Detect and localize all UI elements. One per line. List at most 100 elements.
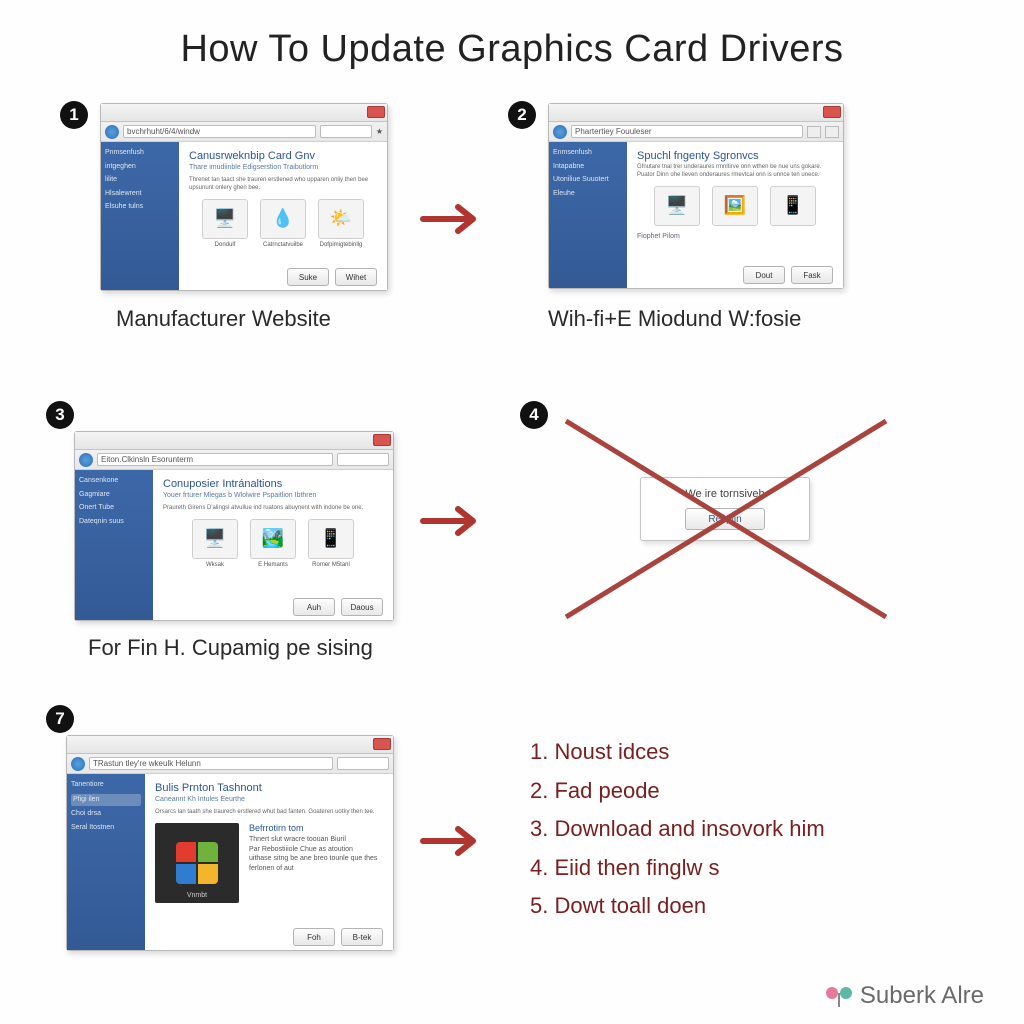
sidebar-item[interactable]: Utoniliue Suuotert	[553, 175, 623, 186]
primary-button[interactable]: Suke	[287, 268, 329, 286]
step-badge-1: 1	[60, 101, 88, 129]
secondary-button[interactable]: Daous	[341, 598, 383, 616]
footer-label: Fiophet Pilom	[637, 229, 833, 240]
close-icon[interactable]	[823, 106, 841, 118]
sidebar-item[interactable]: lilite	[105, 175, 175, 186]
sidebar-item[interactable]: Pnmsenfush	[105, 148, 175, 159]
step-badge-4: 4	[520, 401, 548, 429]
step1-window: bvchrhuht/6/4/windw ★ Pnmsenfush intgegh…	[100, 103, 388, 291]
tile-label: E Hemants	[249, 562, 297, 568]
search-box[interactable]	[337, 757, 389, 770]
sidebar-item[interactable]: Intapabne	[553, 162, 623, 173]
search-box[interactable]	[337, 453, 389, 466]
minimize-icon[interactable]	[807, 126, 821, 138]
search-box[interactable]	[320, 125, 372, 138]
diagram-grid: 1 bvchrhuht/6/4/windw ★ Pnmsenfush intge…	[0, 71, 1024, 1015]
summary-item: 1. Noust idces	[530, 733, 825, 772]
content-pane: Canusrweknbip Card Gnv Thare imudiinble …	[179, 142, 387, 290]
address-bar: Phartertiey Fouuleser	[549, 122, 843, 142]
sidebar-item[interactable]: Enmsenfush	[553, 148, 623, 159]
summary-item: 5. Dowt toall doen	[530, 887, 825, 926]
driver-pane: Vnmbt Befrrotirn tom Thnert slut wracre …	[155, 823, 383, 903]
content-heading: Bulis Prnton Tashnont	[155, 782, 383, 794]
primary-button[interactable]: Foh	[293, 928, 335, 946]
tile-label: Dondulf	[201, 242, 249, 248]
sidebar-item[interactable]: intgeghen	[105, 162, 175, 173]
window-titlebar	[67, 736, 393, 754]
dialog-text: We ire tornsiveh	[653, 488, 797, 500]
tile[interactable]: 🖼️	[711, 186, 759, 229]
secondary-button[interactable]: B-tek	[341, 928, 383, 946]
back-icon[interactable]	[105, 125, 119, 139]
content-heading: Canusrweknbip Card Gnv	[189, 150, 377, 162]
close-icon[interactable]	[373, 434, 391, 446]
tile-label: Catrnctatvuilbe	[259, 242, 307, 248]
close-icon[interactable]	[367, 106, 385, 118]
driver-info: Befrrotirn tom Thnert slut wracre toouan…	[249, 823, 383, 903]
tile-row: 🖥️ Dondulf 💧 Catrnctatvuilbe 🌤️ Dofpimig…	[189, 199, 377, 248]
picture-icon: 🏞️	[250, 519, 296, 559]
content-subheading: Thare imudiinble Edigserstion Traibutlor…	[189, 164, 377, 171]
sidebar-item[interactable]: Tanentiore	[71, 780, 141, 791]
windows-flag-icon	[176, 842, 218, 884]
arrow-icon	[418, 199, 488, 239]
step-badge-3: 3	[46, 401, 74, 429]
monitor-icon: 🖥️	[202, 199, 248, 239]
tile[interactable]: 📱Romer M5tanl	[307, 519, 355, 568]
logo-caption: Vnmbt	[155, 892, 239, 899]
brand-watermark: Suberk Alre	[826, 982, 984, 1010]
url-field[interactable]: bvchrhuht/6/4/windw	[123, 125, 316, 138]
sidebar-item[interactable]: Gagmiare	[79, 490, 149, 501]
tile-row: 🖥️ Wksak 🏞️ E Hemants 📱Romer M5tanl	[163, 519, 383, 568]
tile-label: Wksak	[191, 562, 239, 568]
tile[interactable]: 🖥️ Dondulf	[201, 199, 249, 248]
dialog-button[interactable]: Resplin	[685, 508, 765, 530]
step2-caption: Wih-fi+E Miodund W:fosie	[548, 306, 801, 332]
device-icon: 📱	[770, 186, 816, 226]
sidebar-item[interactable]: Hlsalewrent	[105, 189, 175, 200]
tile[interactable]: 🖥️	[653, 186, 701, 229]
weather-icon: 🌤️	[318, 199, 364, 239]
sidebar-item[interactable]: Choi drsa	[71, 809, 141, 820]
back-icon[interactable]	[553, 125, 567, 139]
url-field[interactable]: Eiton.Clkinsln Esorunterm	[97, 453, 333, 466]
brand-name: Suberk Alre	[860, 982, 984, 1010]
sidebar-item[interactable]: Cansenkone	[79, 476, 149, 487]
summary-item: 4. Eiid then finglw s	[530, 849, 825, 888]
sidebar-item[interactable]: Dateqnin suus	[79, 517, 149, 528]
back-icon[interactable]	[79, 453, 93, 467]
tile[interactable]: 🖥️ Wksak	[191, 519, 239, 568]
sidebar-item[interactable]: Eleuhe	[553, 189, 623, 200]
step-badge-7: 7	[46, 705, 74, 733]
url-field[interactable]: Phartertiey Fouuleser	[571, 125, 803, 138]
sidebar-item-active[interactable]: Pfigi ilen	[71, 794, 141, 807]
picture-icon: 🖼️	[712, 186, 758, 226]
secondary-button[interactable]: Wihet	[335, 268, 377, 286]
step7-window: TRastun tley're wkeulk Helunn Tanentiore…	[66, 735, 394, 951]
sidebar: Cansenkone Gagmiare Onert Tube Dateqnin …	[75, 470, 153, 620]
content-pane: Spuchl fngenty Sgronvcs Gfnutare tnal tr…	[627, 142, 843, 288]
content-pane: Bulis Prnton Tashnont Caneannt Kh Intule…	[145, 774, 393, 950]
address-bar: TRastun tley're wkeulk Helunn	[67, 754, 393, 774]
step2-window: Phartertiey Fouuleser Enmsenfush Intapab…	[548, 103, 844, 289]
summary-list: 1. Noust idces 2. Fad peode 3. Download …	[530, 733, 825, 926]
sidebar: Pnmsenfush intgeghen lilite Hlsalewrent …	[101, 142, 179, 290]
driver-line: Thnert slut wracre toouan Biuril	[249, 835, 383, 845]
back-icon[interactable]	[71, 757, 85, 771]
secondary-button[interactable]: Fask	[791, 266, 833, 284]
close-icon[interactable]	[373, 738, 391, 750]
primary-button[interactable]: Auh	[293, 598, 335, 616]
star-icon[interactable]: ★	[376, 127, 383, 136]
maximize-icon[interactable]	[825, 126, 839, 138]
tile[interactable]: 📱	[769, 186, 817, 229]
tile-label: Romer M5tanl	[307, 562, 355, 568]
sidebar-item[interactable]: Elsuhe tulns	[105, 202, 175, 213]
sidebar-item[interactable]: Seral Itostnen	[71, 823, 141, 834]
monitor-icon: 🖥️	[192, 519, 238, 559]
tile[interactable]: 💧 Catrnctatvuilbe	[259, 199, 307, 248]
tile[interactable]: 🌤️ Dofpimigtebinllg	[317, 199, 365, 248]
sidebar-item[interactable]: Onert Tube	[79, 503, 149, 514]
tile[interactable]: 🏞️ E Hemants	[249, 519, 297, 568]
url-field[interactable]: TRastun tley're wkeulk Helunn	[89, 757, 333, 770]
primary-button[interactable]: Dout	[743, 266, 785, 284]
